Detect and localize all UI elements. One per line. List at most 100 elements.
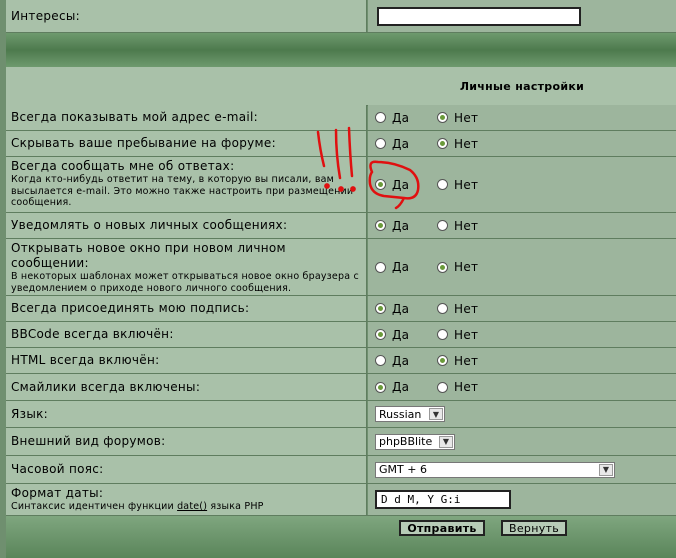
date-format-row: Формат даты: Синтаксис идентичен функции…: [6, 484, 676, 516]
radio-option-yes[interactable]: Да: [375, 260, 437, 274]
radio-option-no[interactable]: Нет: [437, 219, 478, 233]
setting-label-cell: BBCode всегда включён:: [6, 322, 367, 347]
setting-label: Скрывать ваше пребывание на форуме:: [11, 136, 276, 150]
radio-option-no[interactable]: Нет: [437, 328, 478, 342]
radio-option-yes[interactable]: Да: [375, 178, 437, 192]
radio-no[interactable]: [437, 138, 448, 149]
setting-value-cell: Да Нет: [368, 105, 676, 130]
radio-option-yes[interactable]: Да: [375, 302, 437, 316]
radio-option-yes[interactable]: Да: [375, 354, 437, 368]
profile-form: Интересы: Личные настройки Всегда показы…: [0, 0, 676, 558]
radio-label-yes: Да: [392, 110, 410, 125]
timezone-row: Часовой пояс: GMT + 6 ▼: [6, 456, 676, 484]
setting-label-cell: HTML всегда включён:: [6, 348, 367, 373]
radio-option-yes[interactable]: Да: [375, 219, 437, 233]
radio-label-yes: Да: [392, 218, 410, 233]
setting-label-cell: Всегда сообщать мне об ответах: Когда кто…: [6, 157, 367, 212]
radio-option-yes[interactable]: Да: [375, 380, 437, 394]
setting-label-cell: Скрывать ваше пребывание на форуме:: [6, 131, 367, 156]
radio-option-yes[interactable]: Да: [375, 328, 437, 342]
setting-value-cell: Да Нет: [368, 296, 676, 321]
language-row: Язык: Russian ▼: [6, 401, 676, 428]
radio-option-no[interactable]: Нет: [437, 111, 478, 125]
radio-option-no[interactable]: Нет: [437, 354, 478, 368]
setting-row: Всегда присоединять мою подпись: Да Нет: [6, 296, 676, 322]
setting-hint: Когда кто-нибудь ответит на тему, в кото…: [11, 174, 354, 208]
section-header: Личные настройки: [6, 67, 676, 106]
style-row: Внешний вид форумов: phpBBlite ▼: [6, 428, 676, 456]
radio-label-yes: Да: [392, 260, 410, 274]
date-format-hint: Синтаксис идентичен функции date() языка…: [11, 501, 264, 512]
setting-label-cell: Всегда присоединять мою подпись:: [6, 296, 367, 321]
radio-option-no[interactable]: Нет: [437, 137, 478, 151]
reset-button[interactable]: Вернуть: [501, 520, 567, 536]
radio-no[interactable]: [437, 261, 448, 273]
setting-label-cell: Уведомлять о новых личных сообщениях:: [6, 213, 367, 238]
radio-yes[interactable]: [375, 261, 386, 273]
radio-no[interactable]: [437, 179, 448, 190]
setting-label: Всегда присоединять мою подпись:: [11, 301, 250, 315]
date-format-input[interactable]: D d M, Y G:i: [375, 490, 511, 509]
radio-no[interactable]: [437, 220, 448, 231]
radio-no[interactable]: [437, 112, 448, 123]
date-function-link[interactable]: date(): [177, 501, 207, 512]
submit-button[interactable]: Отправить: [399, 520, 485, 536]
date-format-label: Формат даты:: [11, 486, 104, 500]
radio-no[interactable]: [437, 329, 448, 340]
setting-label: Уведомлять о новых личных сообщениях:: [11, 218, 288, 232]
setting-value-cell: Да Нет: [368, 131, 676, 156]
setting-label-cell: Смайлики всегда включены:: [6, 374, 367, 400]
setting-label: Смайлики всегда включены:: [11, 379, 201, 394]
chevron-down-icon: ▼: [429, 408, 443, 420]
setting-row: Всегда сообщать мне об ответах: Когда кто…: [6, 157, 676, 213]
interests-input[interactable]: [377, 6, 581, 26]
radio-yes[interactable]: [375, 138, 386, 149]
timezone-select[interactable]: GMT + 6 ▼: [375, 461, 615, 478]
radio-no[interactable]: [437, 303, 448, 314]
radio-yes[interactable]: [375, 381, 386, 393]
radio-yes[interactable]: [375, 179, 386, 190]
radio-label-yes: Да: [392, 136, 410, 151]
radio-label-no: Нет: [454, 218, 479, 233]
section-title: Личные настройки: [459, 79, 585, 93]
language-select[interactable]: Russian ▼: [375, 406, 445, 422]
chevron-down-icon: ▼: [439, 435, 453, 448]
radio-yes[interactable]: [375, 220, 386, 231]
setting-row: HTML всегда включён: Да Нет: [6, 348, 676, 374]
radio-no[interactable]: [437, 355, 448, 366]
timezone-label: Часовой пояс:: [11, 462, 104, 476]
radio-yes[interactable]: [375, 355, 386, 366]
interests-value-cell: [368, 0, 676, 32]
radio-label-yes: Да: [392, 380, 410, 394]
radio-label-no: Нет: [454, 327, 479, 342]
interests-label: Интересы:: [11, 8, 81, 23]
setting-label: Всегда сообщать мне об ответах:: [11, 159, 235, 173]
radio-yes[interactable]: [375, 112, 386, 123]
setting-value-cell: Да Нет: [368, 348, 676, 373]
setting-value-cell: Да Нет: [368, 157, 676, 212]
radio-yes[interactable]: [375, 303, 386, 314]
radio-label-no: Нет: [454, 260, 479, 274]
setting-hint: В некоторых шаблонах может открываться н…: [11, 271, 359, 294]
style-value: phpBBlite: [379, 435, 433, 448]
setting-value-cell: Да Нет: [368, 239, 676, 295]
radio-label-yes: Да: [392, 353, 410, 368]
chevron-down-icon: ▼: [599, 463, 613, 476]
setting-label: HTML всегда включён:: [11, 353, 160, 367]
radio-option-no[interactable]: Нет: [437, 302, 478, 316]
radio-option-no[interactable]: Нет: [437, 178, 478, 192]
radio-option-yes[interactable]: Да: [375, 111, 437, 125]
radio-label-no: Нет: [454, 177, 479, 192]
setting-row: Всегда показывать мой адрес e-mail: Да Нет: [6, 105, 676, 131]
radio-no[interactable]: [437, 381, 448, 393]
setting-value-cell: Да Нет: [368, 322, 676, 347]
radio-option-no[interactable]: Нет: [437, 380, 478, 394]
setting-row: BBCode всегда включён: Да Нет: [6, 322, 676, 348]
radio-option-no[interactable]: Нет: [437, 260, 478, 274]
radio-option-yes[interactable]: Да: [375, 137, 437, 151]
buttons-bar: Отправить Вернуть: [6, 516, 676, 558]
language-label: Язык:: [11, 406, 48, 421]
style-label: Внешний вид форумов:: [11, 434, 166, 448]
radio-yes[interactable]: [375, 329, 386, 340]
style-select[interactable]: phpBBlite ▼: [375, 433, 455, 450]
